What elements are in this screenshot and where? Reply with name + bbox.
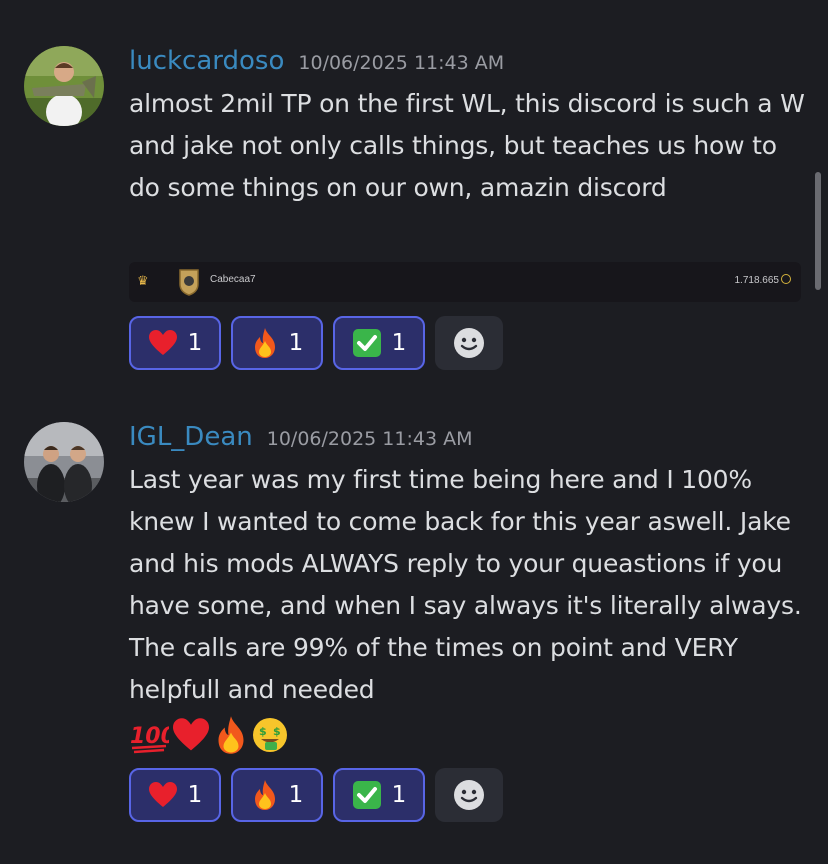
message-text: Last year was my first time being here a… xyxy=(129,465,802,704)
fire-icon xyxy=(254,780,275,810)
reaction-check[interactable]: 1 xyxy=(333,768,425,822)
check-mark-button-icon xyxy=(352,329,381,357)
chat-view: luckcardoso 10/06/2025 11:43 AM almost 2m… xyxy=(0,0,828,864)
reaction-count: 1 xyxy=(288,782,304,808)
message-body: IGL_Dean 10/06/2025 11:43 AM Last year wa… xyxy=(129,420,809,757)
hundred-points-icon: 100 xyxy=(130,724,169,754)
svg-text:$: $ xyxy=(273,725,281,738)
reaction-bar: 1 1 1 xyxy=(129,316,503,370)
add-reaction-button[interactable] xyxy=(435,768,503,822)
money-mouth-face-icon: $ $ xyxy=(253,718,287,752)
fire-icon xyxy=(218,716,244,754)
smiley-icon xyxy=(454,780,484,810)
timestamp: 10/06/2025 11:43 AM xyxy=(298,52,505,74)
reaction-count: 1 xyxy=(187,330,203,356)
reaction-fire[interactable]: 1 xyxy=(231,768,323,822)
reaction-bar: 1 1 1 xyxy=(129,768,503,822)
reaction-heart[interactable]: 1 xyxy=(129,768,221,822)
smiley-icon xyxy=(454,328,484,358)
fire-icon xyxy=(254,328,275,358)
message-header: IGL_Dean 10/06/2025 11:43 AM xyxy=(129,420,809,454)
svg-text:$: $ xyxy=(259,725,267,738)
username[interactable]: luckcardoso xyxy=(129,46,284,76)
reaction-check[interactable]: 1 xyxy=(333,316,425,370)
message-body: luckcardoso 10/06/2025 11:43 AM almost 2m… xyxy=(129,44,809,209)
score-value: 1.718.665 xyxy=(734,275,780,286)
add-reaction-button[interactable] xyxy=(435,316,503,370)
username[interactable]: IGL_Dean xyxy=(129,422,253,452)
check-mark-button-icon xyxy=(352,781,381,809)
coin-icon xyxy=(781,274,791,284)
crown-icon: ♛ xyxy=(137,274,149,289)
reaction-count: 1 xyxy=(391,330,407,356)
reaction-heart[interactable]: 1 xyxy=(129,316,221,370)
timestamp: 10/06/2025 11:43 AM xyxy=(266,428,473,450)
reaction-count: 1 xyxy=(391,782,407,808)
user-avatar[interactable] xyxy=(24,46,104,126)
red-heart-icon xyxy=(173,718,209,751)
inline-emoji-row: 100 $ $ xyxy=(129,713,809,757)
reaction-fire[interactable]: 1 xyxy=(231,316,323,370)
message-header: luckcardoso 10/06/2025 11:43 AM xyxy=(129,44,809,78)
red-heart-icon xyxy=(148,782,177,807)
team-badge-icon xyxy=(177,268,201,300)
player-score: 1.718.665 xyxy=(734,274,791,286)
message-text: almost 2mil TP on the first WL, this dis… xyxy=(129,89,805,202)
red-heart-icon xyxy=(148,330,177,355)
scrollbar-thumb[interactable] xyxy=(815,172,821,290)
user-avatar[interactable] xyxy=(24,422,104,502)
reaction-count: 1 xyxy=(288,330,304,356)
reaction-count: 1 xyxy=(187,782,203,808)
player-name: Cabecaa7 xyxy=(210,274,256,285)
leaderboard-embed: ♛ Cabecaa7 1.718.665 xyxy=(129,262,801,302)
